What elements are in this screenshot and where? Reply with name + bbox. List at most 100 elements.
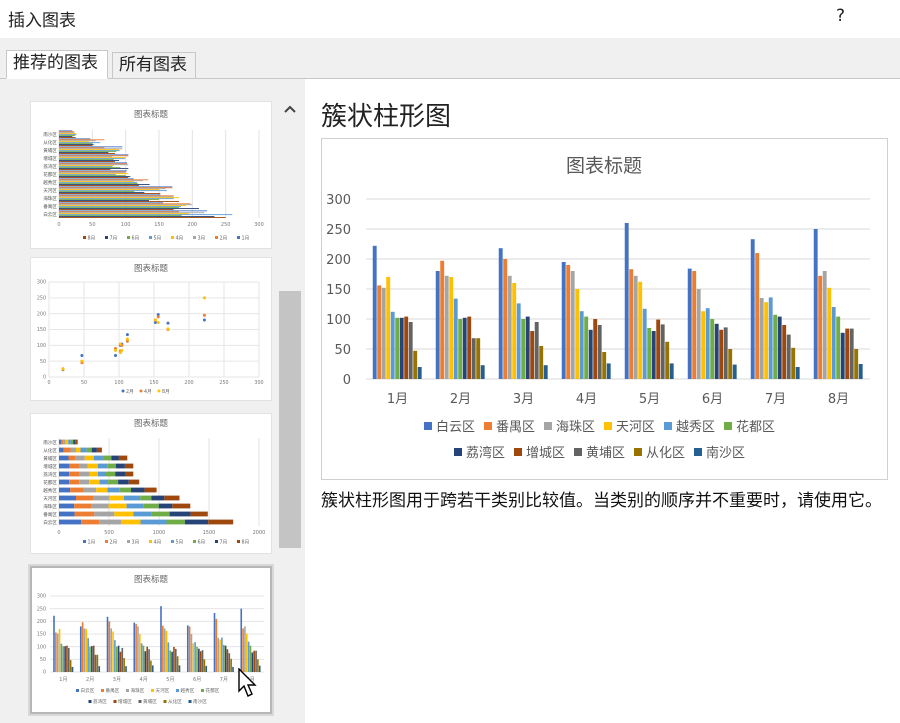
x-tick-label: 100 — [121, 222, 131, 228]
bar-segment — [121, 519, 141, 525]
bar — [791, 347, 796, 379]
thumbnail-clustered-bar[interactable]: 图表标题 0 50 100 150 200 250 300 南沙区 从化区 黄埔区 增城区 荔湾区 花都区… — [30, 101, 272, 249]
bar-segment — [128, 479, 140, 485]
thumbnail-title: 图表标题 — [134, 574, 169, 585]
thumbnail-stacked-bar[interactable]: 图表标题 0 500 1000 1500 2000 南沙区 从化区 黄埔区 增城区 荔湾区 花都区 越秀… — [30, 413, 272, 554]
bar — [386, 277, 391, 379]
bar-segment — [158, 503, 173, 509]
tab-recommended-charts[interactable]: 推荐的图表 — [6, 50, 108, 79]
x-tick-label: 150 — [149, 380, 158, 386]
scatter-point — [61, 367, 65, 371]
legend-swatch — [176, 689, 179, 692]
bar — [840, 332, 845, 379]
bar — [59, 152, 109, 153]
y-category-label: 从化区 — [43, 139, 57, 146]
bar — [534, 322, 539, 379]
thumbnail-scrollbar[interactable] — [278, 96, 302, 723]
bar-segment — [59, 471, 70, 477]
bar-segment — [96, 487, 108, 493]
bar — [59, 169, 111, 170]
tab-all-charts[interactable]: 所有图表 — [112, 52, 196, 78]
bar-segment — [59, 495, 76, 501]
bar — [59, 146, 123, 148]
bar — [395, 317, 400, 379]
x-tick-label: 0 — [57, 530, 60, 536]
bar — [584, 316, 589, 379]
x-tick-label: 50 — [81, 380, 87, 386]
y-tick-label: 100 — [37, 644, 46, 650]
y-category-label: 南沙区 — [43, 131, 57, 138]
thumbnail-scatter-chart: 图表标题 0 50 100 150 200 250 300 0 50 100 150 200 250 300… — [37, 263, 264, 395]
bar-segment — [59, 447, 64, 453]
legend-swatch — [105, 540, 108, 543]
bar-segment — [63, 439, 66, 445]
bar-segment — [91, 503, 109, 509]
thumbnail-list[interactable]: 图表标题 0 50 100 150 200 250 300 南沙区 从化区 黄埔区 增城区 荔湾区 花都区… — [22, 96, 278, 723]
bar — [59, 202, 163, 204]
bar-segment — [59, 463, 70, 469]
y-category-label: 荔湾区 — [43, 471, 57, 478]
bar — [59, 133, 77, 135]
x-tick-label: 200 — [188, 222, 198, 228]
scroll-up-button[interactable] — [278, 96, 302, 122]
bar — [818, 275, 823, 379]
bar — [219, 639, 221, 672]
legend-swatch — [127, 540, 130, 543]
x-tick-label: 3月 — [513, 392, 534, 407]
thumbnail-clustered-column[interactable]: 图表标题0501001502002503001月2月3月4月5月6月7月8月白云… — [30, 566, 272, 714]
bar — [59, 188, 166, 190]
bar — [449, 277, 454, 379]
legend-label: 越秀区 — [181, 687, 195, 694]
thumbnail-scatter[interactable]: 图表标题 0 50 100 150 200 250 300 0 50 100 150 200 250 300… — [30, 257, 272, 401]
legend-label: 4月 — [144, 389, 152, 395]
legend-label: 8月 — [162, 389, 170, 395]
legend-swatch — [237, 540, 240, 543]
bar — [836, 316, 841, 379]
chart-type-heading: 簇状柱形图 — [321, 102, 452, 132]
bar — [224, 645, 227, 672]
bar — [566, 265, 571, 379]
bar-segment — [68, 439, 71, 445]
bar — [782, 325, 787, 379]
bar — [91, 646, 93, 672]
legend-swatch — [201, 689, 204, 692]
bar — [59, 213, 189, 215]
bar — [59, 172, 126, 174]
legend-label: 5月 — [176, 540, 184, 546]
bar-segment — [80, 447, 87, 453]
help-button[interactable]: ? — [836, 6, 845, 26]
bar — [59, 179, 149, 181]
y-tick-label: 150 — [37, 327, 46, 333]
bar — [543, 365, 548, 379]
bar — [696, 289, 701, 379]
legend-label: 番禺区 — [106, 687, 120, 694]
x-tick-label: 1月 — [59, 677, 67, 683]
bar — [399, 317, 404, 379]
bar — [59, 200, 149, 201]
bar-segment — [76, 447, 81, 453]
bar — [59, 175, 126, 177]
bar-segment — [114, 511, 134, 517]
bar — [59, 204, 193, 206]
y-tick-label: 250 — [326, 223, 351, 238]
bar — [512, 283, 517, 379]
scatter-point — [153, 318, 157, 322]
bar — [69, 660, 72, 672]
y-tick-label: 300 — [37, 280, 46, 286]
bar — [221, 637, 223, 672]
bar-segment — [79, 471, 90, 477]
bar — [59, 165, 114, 167]
bar-segment — [75, 455, 85, 461]
bar-segment — [144, 487, 157, 493]
bar — [162, 625, 164, 672]
scrollbar-thumb[interactable] — [279, 291, 301, 548]
thumbnail-title: 图表标题 — [134, 418, 169, 429]
legend-label: 南沙区 — [193, 698, 207, 705]
bar-segment — [107, 487, 120, 493]
bar — [106, 616, 109, 672]
bar-segment — [102, 455, 112, 461]
dialog-titlebar: 插入图表 ? — [0, 0, 900, 36]
legend-swatch — [88, 700, 92, 703]
bar-segment — [96, 447, 102, 453]
bar-segment — [208, 519, 234, 525]
